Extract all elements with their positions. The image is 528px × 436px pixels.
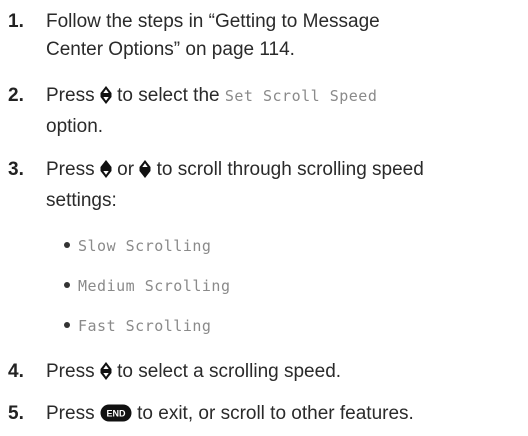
step-word: Press: [46, 361, 95, 382]
step-text: Press END to exit, or scroll to other fe…: [46, 400, 516, 431]
step-word: to select a scrolling speed.: [117, 361, 342, 382]
step-text: Press to select the Set Scroll Speed opt…: [46, 82, 516, 141]
nav-key-icon: [100, 361, 112, 389]
speed-option-slow: Slow Scrolling: [64, 234, 211, 259]
step-line: Press or to scroll through scrolling spe…: [46, 156, 516, 187]
lcd-option-text: Medium Scrolling: [78, 277, 231, 295]
step-line: Follow the steps in “Getting to Message: [46, 11, 380, 32]
speed-option-medium: Medium Scrolling: [64, 274, 231, 299]
bullet-icon: [64, 282, 70, 288]
nav-key-icon: [100, 85, 112, 113]
step-line: Press to select the Set Scroll Speed: [46, 82, 516, 113]
step-number: 4.: [8, 361, 24, 382]
svg-text:END: END: [106, 409, 126, 419]
step-line: Center Options” on page 114.: [46, 39, 295, 60]
step-word: to scroll through scrolling speed: [156, 159, 424, 180]
bullet-icon: [64, 242, 70, 248]
speed-option-fast: Fast Scrolling: [64, 314, 211, 339]
step-text: Follow the steps in “Getting to Message …: [46, 8, 516, 64]
step-number: 2.: [8, 85, 24, 106]
step-word: Press: [46, 159, 95, 180]
step-text: Press or to scroll through scrolling spe…: [46, 156, 516, 215]
step-word: Press: [46, 85, 95, 106]
lcd-option-text: Set Scroll Speed: [224, 87, 378, 105]
nav-down-icon: [139, 159, 151, 187]
step-number: 3.: [8, 159, 24, 180]
lcd-option-text: Fast Scrolling: [78, 317, 212, 335]
step-line: settings:: [46, 190, 117, 211]
nav-up-icon: [100, 159, 112, 187]
step-number: 1.: [8, 11, 24, 32]
bullet-icon: [64, 322, 70, 328]
step-word: Press: [46, 403, 95, 424]
lcd-option-text: Slow Scrolling: [78, 237, 212, 255]
step-word: to exit, or scroll to other features.: [137, 403, 414, 424]
step-text: Press to select a scrolling speed.: [46, 358, 516, 389]
step-word: or: [117, 159, 135, 180]
step-word: to select the: [117, 85, 220, 106]
end-key-icon: END: [100, 403, 132, 431]
step-line: option.: [46, 116, 104, 137]
instruction-page: { "steps": [ {"num": "1.", "line1": "Fol…: [0, 0, 528, 436]
step-number: 5.: [8, 403, 24, 424]
